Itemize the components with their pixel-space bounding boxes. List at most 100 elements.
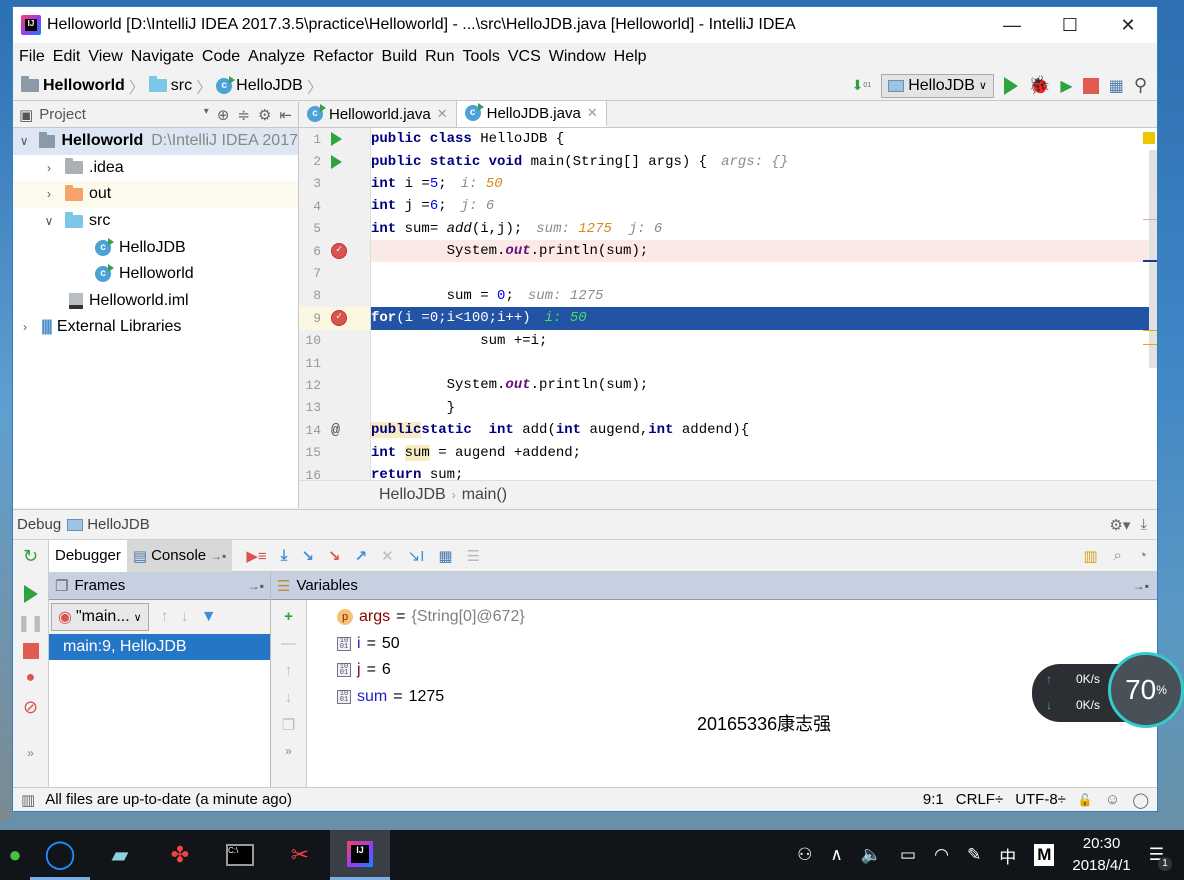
tree-item-out[interactable]: › out [13, 181, 298, 208]
chevron-down-icon[interactable]: ∨ [17, 134, 31, 148]
remove-watch-icon[interactable]: — [281, 635, 296, 652]
menu-refactor[interactable]: Refactor [311, 48, 379, 66]
tree-item-iml[interactable]: Helloworld.iml [13, 288, 298, 315]
project-structure-icon[interactable]: ▦ [1109, 76, 1124, 96]
chevron-right-icon[interactable]: › [17, 320, 33, 334]
force-step-into-icon[interactable]: ↘ [328, 547, 341, 565]
code-text[interactable]: public class HelloJDB { public static vo… [371, 128, 1157, 480]
stop-icon[interactable] [1082, 77, 1099, 94]
close-tab-icon[interactable]: ✕ [437, 106, 448, 122]
run-to-cursor-icon[interactable]: ↘I [408, 547, 425, 565]
step-into-icon[interactable]: ↘ [301, 547, 314, 565]
hide-panel-icon[interactable]: ⇤ [279, 106, 292, 124]
arrow-up-icon[interactable]: ↑ [161, 608, 169, 626]
tree-item-external-libraries[interactable]: › |||| External Libraries [13, 314, 298, 341]
tab-console[interactable]: ▤ Console →▪ [126, 539, 233, 572]
caret-position[interactable]: 9:1 [923, 791, 944, 808]
menu-edit[interactable]: Edit [51, 48, 87, 66]
pen-icon[interactable]: ✎ [967, 845, 981, 865]
pin-icon[interactable]: →▪ [1133, 579, 1157, 593]
frame-item[interactable]: main:9, HelloJDB [49, 634, 270, 660]
rerun-icon[interactable]: ↻ [23, 546, 38, 567]
editor-gutter[interactable]: 1 2 3 4 5 6 ✓ 7 8 9 ✓ 10 11 12 13 14 @ 15 1… [299, 128, 371, 480]
collapse-all-icon[interactable]: ≑ [237, 106, 250, 124]
encoding-selector[interactable]: UTF-8÷ [1015, 791, 1066, 808]
menu-file[interactable]: File [17, 48, 51, 66]
maximize-button[interactable]: ☐ [1041, 7, 1099, 43]
arrow-down-icon[interactable]: ↓ [285, 689, 293, 706]
crumb-class[interactable]: c HelloJDB [216, 75, 303, 95]
tree-item-helloworld-class[interactable]: c Helloworld [13, 261, 298, 288]
crumb-src[interactable]: src [148, 76, 192, 95]
editor-scrollbar[interactable] [1143, 128, 1157, 480]
copy-icon[interactable]: ❐ [282, 716, 295, 734]
search-icon[interactable]: ⚲ [1134, 75, 1147, 96]
menu-view[interactable]: View [86, 48, 128, 66]
resume-icon[interactable] [23, 585, 38, 603]
show-execution-point-icon[interactable]: ▶≡ [246, 547, 266, 565]
qq-browser-icon[interactable]: ◯ [30, 830, 90, 880]
mute-breakpoints-icon[interactable]: ⊘ [23, 697, 38, 718]
tab-helloworld-java[interactable]: c Helloworld.java ✕ [299, 101, 457, 127]
menu-navigate[interactable]: Navigate [129, 48, 200, 66]
network-monitor-widget[interactable]: ↑ 0K/s ↓ 0K/s 70% [1032, 652, 1184, 740]
breadcrumb-class[interactable]: HelloJDB [379, 486, 446, 504]
line-separator-selector[interactable]: CRLF÷ [956, 791, 1003, 808]
event-log-icon[interactable]: ◯ [1132, 791, 1149, 809]
locate-icon[interactable]: ⊕ [217, 106, 230, 124]
run-icon[interactable] [1003, 76, 1018, 95]
debug-icon[interactable]: 🐞 [1028, 75, 1050, 96]
filter-icon[interactable]: ▼ [201, 608, 217, 626]
chevron-right-icon[interactable]: › [41, 187, 57, 201]
menu-vcs[interactable]: VCS [506, 48, 547, 66]
hide-icon[interactable]: ⤓ [1140, 516, 1147, 534]
chevron-right-icon[interactable]: › [41, 161, 57, 175]
tree-item-src[interactable]: ∨ src [13, 208, 298, 235]
menu-window[interactable]: Window [547, 48, 612, 66]
breadcrumb-method[interactable]: main() [462, 486, 507, 504]
more-icon[interactable]: » [285, 744, 292, 758]
close-tab-icon[interactable]: ✕ [587, 105, 598, 121]
tree-item-hellojdb[interactable]: c HelloJDB [13, 234, 298, 261]
notification-center-icon[interactable]: ☰ 1 [1149, 845, 1172, 871]
people-icon[interactable]: ⚇ [797, 845, 812, 865]
wifi-icon[interactable]: ◠ [934, 845, 949, 865]
debug-session-tab[interactable]: HelloJDB [87, 516, 150, 533]
chevron-down-icon[interactable]: ∨ [41, 214, 57, 228]
tree-item-idea[interactable]: › .idea [13, 155, 298, 182]
gear-icon[interactable]: ⚙ [258, 106, 271, 124]
tree-item-helloworld[interactable]: ∨ Helloworld D:\IntelliJ IDEA 2017 [13, 128, 298, 155]
arrow-down-icon[interactable]: ↓ [181, 608, 189, 626]
more-icon[interactable]: » [27, 746, 34, 760]
menu-analyze[interactable]: Analyze [246, 48, 311, 66]
build-icon[interactable]: ⬇ 01 [852, 77, 872, 94]
menu-help[interactable]: Help [612, 48, 653, 66]
menu-tools[interactable]: Tools [460, 48, 505, 66]
code-area[interactable]: 1 2 3 4 5 6 ✓ 7 8 9 ✓ 10 11 12 13 14 @ 15 1… [299, 128, 1157, 480]
run-config-selector[interactable]: HelloJDB ∨ [881, 73, 994, 98]
pause-icon[interactable]: ❚❚ [17, 613, 44, 633]
ime-indicator[interactable]: 中 [999, 843, 1016, 868]
new-watch-icon[interactable]: + [284, 608, 293, 625]
variable-row[interactable]: p args = {String[0]@672} [337, 604, 1157, 631]
command-prompt-icon[interactable]: C:\ [210, 830, 270, 880]
drop-frame-icon[interactable]: ✕ [381, 547, 394, 565]
menu-build[interactable]: Build [380, 48, 424, 66]
inspector-icon[interactable]: ☺ [1105, 791, 1120, 808]
intellij-taskbar-icon[interactable]: IJ [330, 830, 390, 880]
tool-windows-icon[interactable]: ▥ [21, 791, 35, 809]
show-hidden-icons[interactable]: ∧ [830, 845, 842, 865]
evaluate-expression-icon[interactable]: ▦ [438, 547, 452, 565]
tab-debugger[interactable]: Debugger [49, 539, 127, 572]
run-gutter-icon[interactable] [331, 132, 342, 147]
crumb-project[interactable]: Helloworld [21, 76, 125, 95]
lock-icon[interactable]: 🔓 [1078, 793, 1093, 807]
battery-icon[interactable]: ▭ [900, 845, 916, 865]
clock[interactable]: 20:30 2018/4/1 [1072, 833, 1130, 877]
menu-run[interactable]: Run [423, 48, 460, 66]
run-gutter-icon[interactable] [331, 154, 342, 169]
ime-mode-icon[interactable]: M [1034, 844, 1055, 866]
minimize-button[interactable]: — [983, 7, 1041, 43]
volume-icon[interactable]: 🔈 [861, 845, 882, 865]
menu-code[interactable]: Code [200, 48, 246, 66]
